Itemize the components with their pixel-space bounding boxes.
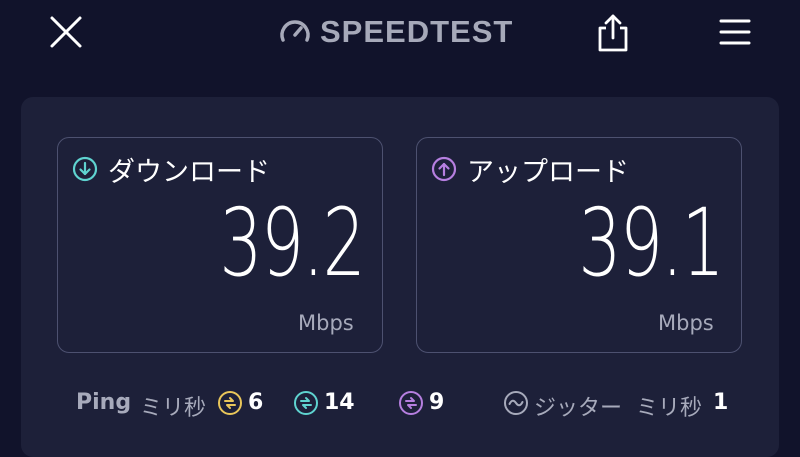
speedometer-icon (280, 20, 310, 42)
download-speed-value: 39.2 (219, 189, 365, 298)
menu-icon (719, 19, 751, 45)
ping-unit: ミリ秒 (140, 396, 207, 421)
ping-download-value: 14 (324, 390, 355, 415)
download-label: ダウンロード (108, 156, 270, 188)
download-header: ダウンロード (72, 152, 270, 188)
download-arrow-icon (72, 156, 98, 182)
ping-idle-value: 6 (248, 390, 264, 415)
upload-speed-value: 39.1 (578, 189, 724, 298)
share-button[interactable] (592, 10, 634, 54)
jitter-unit: ミリ秒 (636, 396, 703, 421)
close-button[interactable] (46, 12, 86, 52)
brand-logo: SPEEDTEST (278, 12, 513, 52)
upload-unit: Mbps (658, 311, 714, 335)
brand-name: SPEEDTEST (320, 14, 514, 49)
upload-label: アップロード (467, 156, 629, 188)
jitter-label: ジッター (534, 396, 623, 421)
upload-arrow-icon (431, 156, 457, 182)
ping-download-icon (294, 391, 318, 415)
jitter-icon (504, 391, 528, 415)
jitter-value: 1 (713, 390, 729, 415)
stats-row: Ping ミリ秒 6 14 9 ジッター ミリ秒 1 (0, 382, 800, 422)
menu-button[interactable] (716, 12, 754, 52)
ping-upload-value: 9 (429, 390, 445, 415)
share-icon (598, 14, 628, 52)
ping-upload-icon (399, 391, 423, 415)
ping-idle-icon (218, 391, 242, 415)
ping-label: Ping (76, 390, 132, 415)
close-icon (50, 16, 82, 48)
top-bar: SPEEDTEST (0, 0, 800, 70)
upload-header: アップロード (431, 152, 629, 188)
download-unit: Mbps (298, 311, 354, 335)
